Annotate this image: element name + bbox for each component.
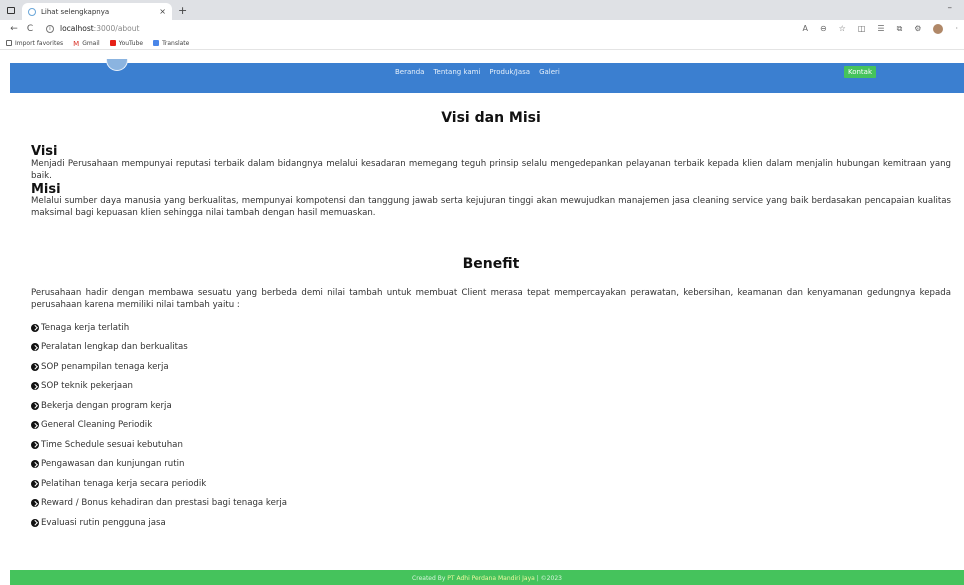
chevron-circle-icon [31, 440, 39, 449]
nav-link-beranda[interactable]: Beranda [395, 68, 424, 76]
list-item: Reward / Bonus kehadiran dan prestasi ba… [31, 494, 951, 514]
chevron-circle-icon [31, 460, 39, 469]
list-item: Evaluasi rutin pengguna jasa [31, 513, 951, 533]
nav-link-produk-jasa[interactable]: Produk/Jasa [489, 68, 530, 76]
list-item: Bekerja dengan program kerja [31, 396, 951, 416]
url-host: localhost [60, 24, 94, 33]
list-item: SOP teknik pekerjaan [31, 377, 951, 397]
more-menu-icon[interactable]: · [955, 24, 958, 33]
address-bar: ← C i localhost:3000/about A ⊖ ☆ ◫ ☰ ⧉ ⚙… [0, 20, 964, 37]
collections-icon[interactable]: ⧉ [897, 24, 903, 34]
browser-window: Lihat selengkapnya × + – ← C i localhost… [0, 0, 964, 585]
footer-suffix: | ©2023 [534, 575, 562, 582]
bookmark-label: Import favorites [15, 39, 64, 47]
toolbar-icons: A ⊖ ☆ ◫ ☰ ⧉ ⚙ · [802, 23, 958, 34]
chevron-circle-icon [31, 343, 39, 352]
tab-close-button[interactable]: × [159, 7, 166, 16]
bookmark-gmail[interactable]: M Gmail [73, 39, 100, 49]
bookmark-youtube[interactable]: YouTube [109, 39, 144, 47]
nav-link-tentang-kami[interactable]: Tentang kami [433, 68, 480, 76]
contact-button[interactable]: Kontak [844, 66, 876, 78]
benefit-item-label: Time Schedule sesuai kebutuhan [41, 439, 183, 450]
split-screen-icon[interactable]: ◫ [858, 24, 866, 33]
benefit-list: Tenaga kerja terlatih Peralatan lengkap … [31, 318, 951, 533]
benefit-item-label: Peralatan lengkap dan berkualitas [41, 342, 188, 353]
minimize-button[interactable]: – [948, 3, 953, 13]
site-footer: Created By PT Adhi Perdana Mandiri Jaya … [10, 570, 964, 585]
misi-heading: Misi [31, 182, 61, 197]
footer-company-link[interactable]: PT Adhi Perdana Mandiri Jaya [447, 575, 535, 582]
nav-link-galeri[interactable]: Galeri [539, 68, 560, 76]
benefit-item-label: Pelatihan tenaga kerja secara periodik [41, 478, 207, 489]
back-button[interactable]: ← [6, 24, 22, 34]
chevron-circle-icon [31, 518, 39, 527]
visi-heading: Visi [31, 144, 58, 159]
extensions-icon[interactable]: ⚙ [914, 24, 921, 33]
list-item: Pengawasan dan kunjungan rutin [31, 455, 951, 475]
benefit-intro: Perusahaan hadir dengan membawa sesuatu … [31, 288, 951, 310]
favorite-star-icon[interactable]: ☆ [839, 24, 846, 33]
profile-avatar[interactable] [933, 23, 944, 34]
main-content: Visi dan Misi Visi Menjadi Perusahaan me… [31, 93, 951, 533]
tab-title: Lihat selengkapnya [41, 7, 110, 16]
youtube-icon [109, 40, 116, 46]
company-logo[interactable] [106, 59, 128, 71]
chevron-circle-icon [31, 382, 39, 391]
list-item: Peralatan lengkap dan berkualitas [31, 338, 951, 358]
new-tab-button[interactable]: + [178, 4, 187, 17]
favorites-icon[interactable]: ☰ [877, 24, 884, 33]
benefit-item-label: Reward / Bonus kehadiran dan prestasi ba… [41, 498, 288, 509]
tab-actions-button[interactable] [0, 0, 22, 20]
visi-misi-title: Visi dan Misi [441, 110, 541, 126]
misi-text: Melalui sumber daya manusia yang berkual… [31, 196, 951, 218]
bookmark-label: Gmail [82, 39, 100, 47]
benefit-item-label: Evaluasi rutin pengguna jasa [41, 517, 166, 528]
tab-actions-icon [7, 6, 15, 14]
import-icon [6, 40, 12, 46]
info-icon[interactable]: i [46, 24, 54, 33]
bookmarks-bar: Import favorites M Gmail YouTube Translat… [0, 37, 964, 50]
nav-links: Beranda Tentang kami Produk/Jasa Galeri [395, 68, 560, 76]
benefit-item-label: Bekerja dengan program kerja [41, 400, 172, 411]
chevron-circle-icon [31, 323, 39, 332]
chevron-circle-icon [31, 479, 39, 488]
zoom-icon[interactable]: ⊖ [820, 24, 827, 33]
chevron-circle-icon [31, 362, 39, 371]
bookmark-label: Translate [162, 39, 190, 47]
list-item: Tenaga kerja terlatih [31, 318, 951, 338]
list-item: SOP penampilan tenaga kerja [31, 357, 951, 377]
reload-button[interactable]: C [22, 24, 38, 34]
footer-prefix: Created By [412, 575, 448, 582]
benefit-title: Benefit [462, 256, 520, 272]
list-item: General Cleaning Periodik [31, 416, 951, 436]
visi-text: Menjadi Perusahaan mempunyai reputasi te… [31, 159, 951, 181]
benefit-item-label: SOP teknik pekerjaan [41, 381, 133, 392]
chevron-circle-icon [31, 421, 39, 430]
bookmark-label: YouTube [118, 39, 144, 47]
url-field[interactable]: i localhost:3000/about [46, 24, 139, 33]
translate-icon [153, 40, 160, 46]
list-item: Pelatihan tenaga kerja secara periodik [31, 474, 951, 494]
url-path: :3000/about [93, 24, 140, 33]
site-navbar: Beranda Tentang kami Produk/Jasa Galeri … [10, 59, 964, 93]
bookmark-import-favorites[interactable]: Import favorites [6, 40, 63, 47]
tab-strip: Lihat selengkapnya × + – [0, 0, 964, 20]
chevron-circle-icon [31, 499, 39, 508]
benefit-item-label: Pengawasan dan kunjungan rutin [41, 459, 185, 470]
bookmark-translate[interactable]: Translate [153, 40, 189, 47]
browser-tab[interactable]: Lihat selengkapnya × [22, 3, 172, 20]
gmail-icon: M [73, 40, 80, 48]
list-item: Time Schedule sesuai kebutuhan [31, 435, 951, 455]
read-aloud-icon[interactable]: A [802, 24, 807, 33]
chevron-circle-icon [31, 401, 39, 410]
benefit-item-label: SOP penampilan tenaga kerja [41, 361, 169, 372]
benefit-item-label: Tenaga kerja terlatih [41, 322, 130, 333]
globe-icon [28, 7, 36, 16]
benefit-item-label: General Cleaning Periodik [41, 420, 153, 431]
